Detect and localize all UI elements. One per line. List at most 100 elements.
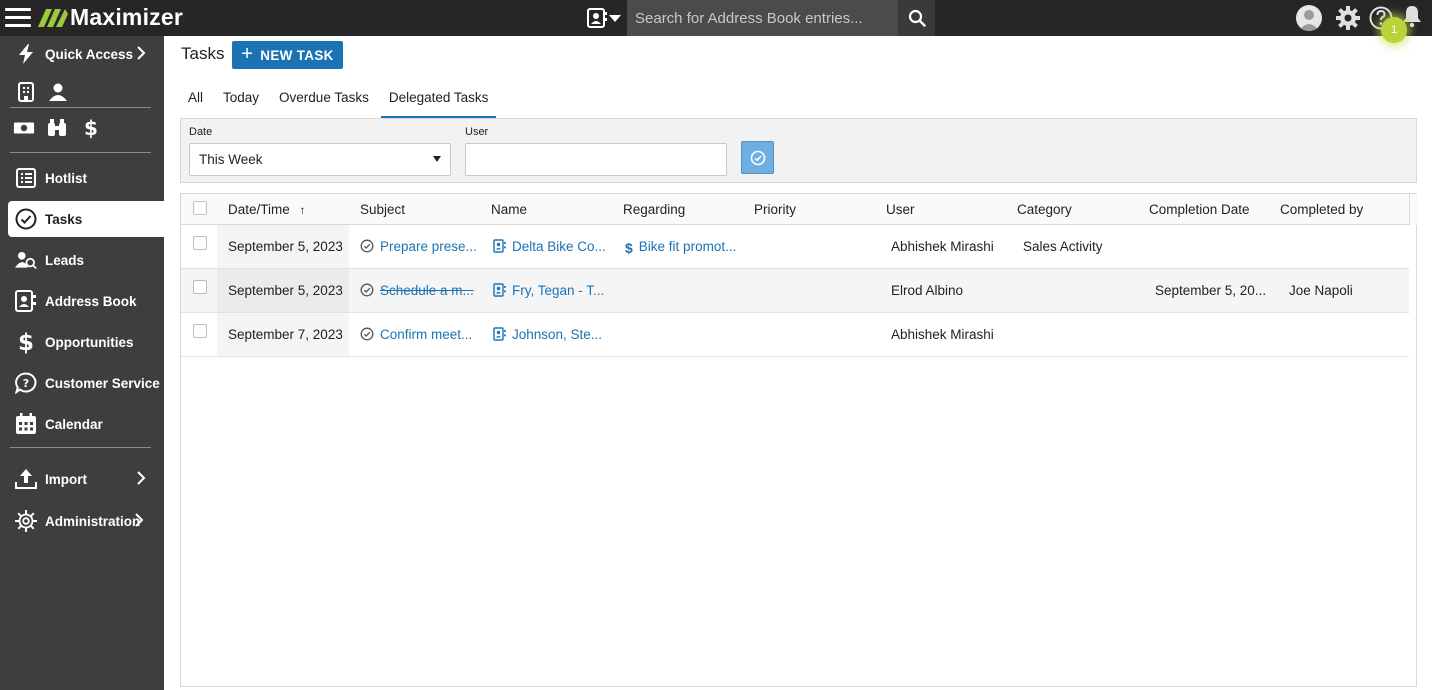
sidebar-item-opportunities[interactable]: $ Opportunities [0,324,164,360]
new-task-button[interactable]: + NEW TASK [232,41,343,69]
table-row[interactable]: September 5, 2023 Schedule a m... Fry, T… [181,269,1409,313]
user-filter-input[interactable] [465,143,727,176]
sidebar-item-label: Address Book [45,293,137,309]
column-header-completed-by[interactable]: Completed by [1280,202,1363,217]
subject-cell[interactable]: Schedule a m... [360,283,474,298]
money-icon[interactable] [13,117,35,139]
sidebar-item-calendar[interactable]: Calendar [0,406,164,442]
address-book-icon [493,327,506,341]
sidebar-item-label: Customer Service [45,375,160,391]
completion-date-cell: September 5, 20... [1155,283,1267,298]
sidebar-item-tasks[interactable]: Tasks [8,201,164,237]
address-book-icon [493,283,506,297]
calendar-icon [15,413,37,435]
hotlist-icon [15,167,37,189]
user-cell: Abhishek Mirashi [891,239,994,254]
chevron-right-icon [137,471,146,485]
column-header-priority[interactable]: Priority [754,202,796,217]
tasks-grid: Date/Time ↑ Subject Name Regarding Prior… [180,193,1417,687]
check-circle-icon [15,208,37,230]
gear-icon [15,510,37,532]
logo-mark-icon [38,9,68,27]
task-status-icon [360,283,374,297]
row-checkbox[interactable] [193,324,207,338]
sidebar-item-quick-access[interactable]: Quick Access [0,36,164,72]
sidebar-divider [10,152,151,153]
sidebar-divider [10,107,151,108]
subject-cell[interactable]: Confirm meet... [360,327,472,342]
chevron-right-icon [137,46,146,60]
main-content: Tasks + NEW TASK All Today Overdue Tasks… [164,36,1432,690]
customer-service-icon: ? [15,372,37,394]
sidebar-item-hotlist[interactable]: Hotlist [0,160,164,196]
sidebar-item-address-book[interactable]: Address Book [0,283,164,319]
table-row[interactable]: September 5, 2023 Prepare prese... Delta… [181,225,1409,269]
leads-icon [15,249,37,271]
search-icon [908,9,926,27]
sidebar-item-customer-service[interactable]: ? Customer Service [0,365,164,401]
category-cell: Sales Activity [1023,239,1103,254]
header-scrollbar-gutter [1409,194,1417,225]
datetime-cell: September 5, 2023 [228,239,343,254]
filter-panel: Date This Week User [180,118,1417,183]
column-header-datetime[interactable]: Date/Time ↑ [228,202,306,217]
quick-access-row-1 [0,77,164,107]
sidebar-item-import[interactable]: Import [0,461,164,497]
tab-overdue-tasks[interactable]: Overdue Tasks [271,82,377,118]
column-header-name[interactable]: Name [491,202,527,217]
sidebar-item-leads[interactable]: Leads [0,242,164,278]
tab-delegated-tasks[interactable]: Delegated Tasks [380,82,497,118]
company-icon[interactable] [15,81,37,103]
tab-today[interactable]: Today [215,82,267,118]
row-checkbox[interactable] [193,280,207,294]
user-filter-label: User [465,126,489,138]
table-row[interactable]: September 7, 2023 Confirm meet... Johnso… [181,313,1409,357]
sidebar-divider [10,447,151,448]
regarding-cell[interactable]: $ Bike fit promot... [625,239,736,256]
new-task-label: NEW TASK [260,47,334,63]
column-header-completion-date[interactable]: Completion Date [1149,202,1250,217]
column-header-subject[interactable]: Subject [360,202,405,217]
sidebar-item-label: Opportunities [45,334,134,350]
user-avatar[interactable] [1296,5,1322,31]
sidebar-item-label: Hotlist [45,170,87,186]
contact-icon[interactable] [47,81,69,103]
dollar-icon[interactable]: $ [80,117,102,139]
subject-cell[interactable]: Prepare prese... [360,239,477,254]
search-input[interactable] [627,0,898,36]
user-avatar-icon [1299,10,1319,31]
top-bar: Maximizer [0,0,1432,36]
column-header-user[interactable]: User [886,202,915,217]
tab-all[interactable]: All [180,82,211,118]
sidebar-item-administration[interactable]: Administration [0,503,164,539]
name-cell[interactable]: Delta Bike Co... [493,239,606,254]
sidebar-item-label: Import [45,471,87,487]
dollar-icon: $ [15,330,37,354]
binoculars-icon[interactable] [46,117,68,139]
name-cell[interactable]: Fry, Tegan - T... [493,283,604,298]
plus-icon: + [241,42,254,65]
date-filter-select[interactable]: This Week [189,143,451,176]
hamburger-menu-icon[interactable] [5,8,31,28]
sidebar-item-label: Tasks [45,211,83,227]
sidebar-item-label: Calendar [45,416,103,432]
address-book-icon [587,8,607,28]
quick-access-row-2: $ [0,113,164,143]
maximizer-logo[interactable]: Maximizer [36,3,183,31]
name-cell[interactable]: Johnson, Ste... [493,327,602,342]
task-status-icon [360,327,374,341]
dollar-icon: $ [625,240,633,256]
address-book-icon [15,290,37,312]
select-all-checkbox[interactable] [193,201,207,215]
row-checkbox[interactable] [193,236,207,250]
apply-filter-button[interactable] [741,141,774,174]
user-cell: Abhishek Mirashi [891,327,994,342]
completed-by-cell: Joe Napoli [1289,283,1353,298]
search-button[interactable] [898,0,935,36]
column-header-regarding[interactable]: Regarding [623,202,685,217]
check-circle-icon [750,150,765,165]
date-filter-value: This Week [199,152,263,167]
gear-icon[interactable] [1335,5,1361,31]
column-header-category[interactable]: Category [1017,202,1072,217]
search-entity-selector[interactable] [586,6,626,30]
